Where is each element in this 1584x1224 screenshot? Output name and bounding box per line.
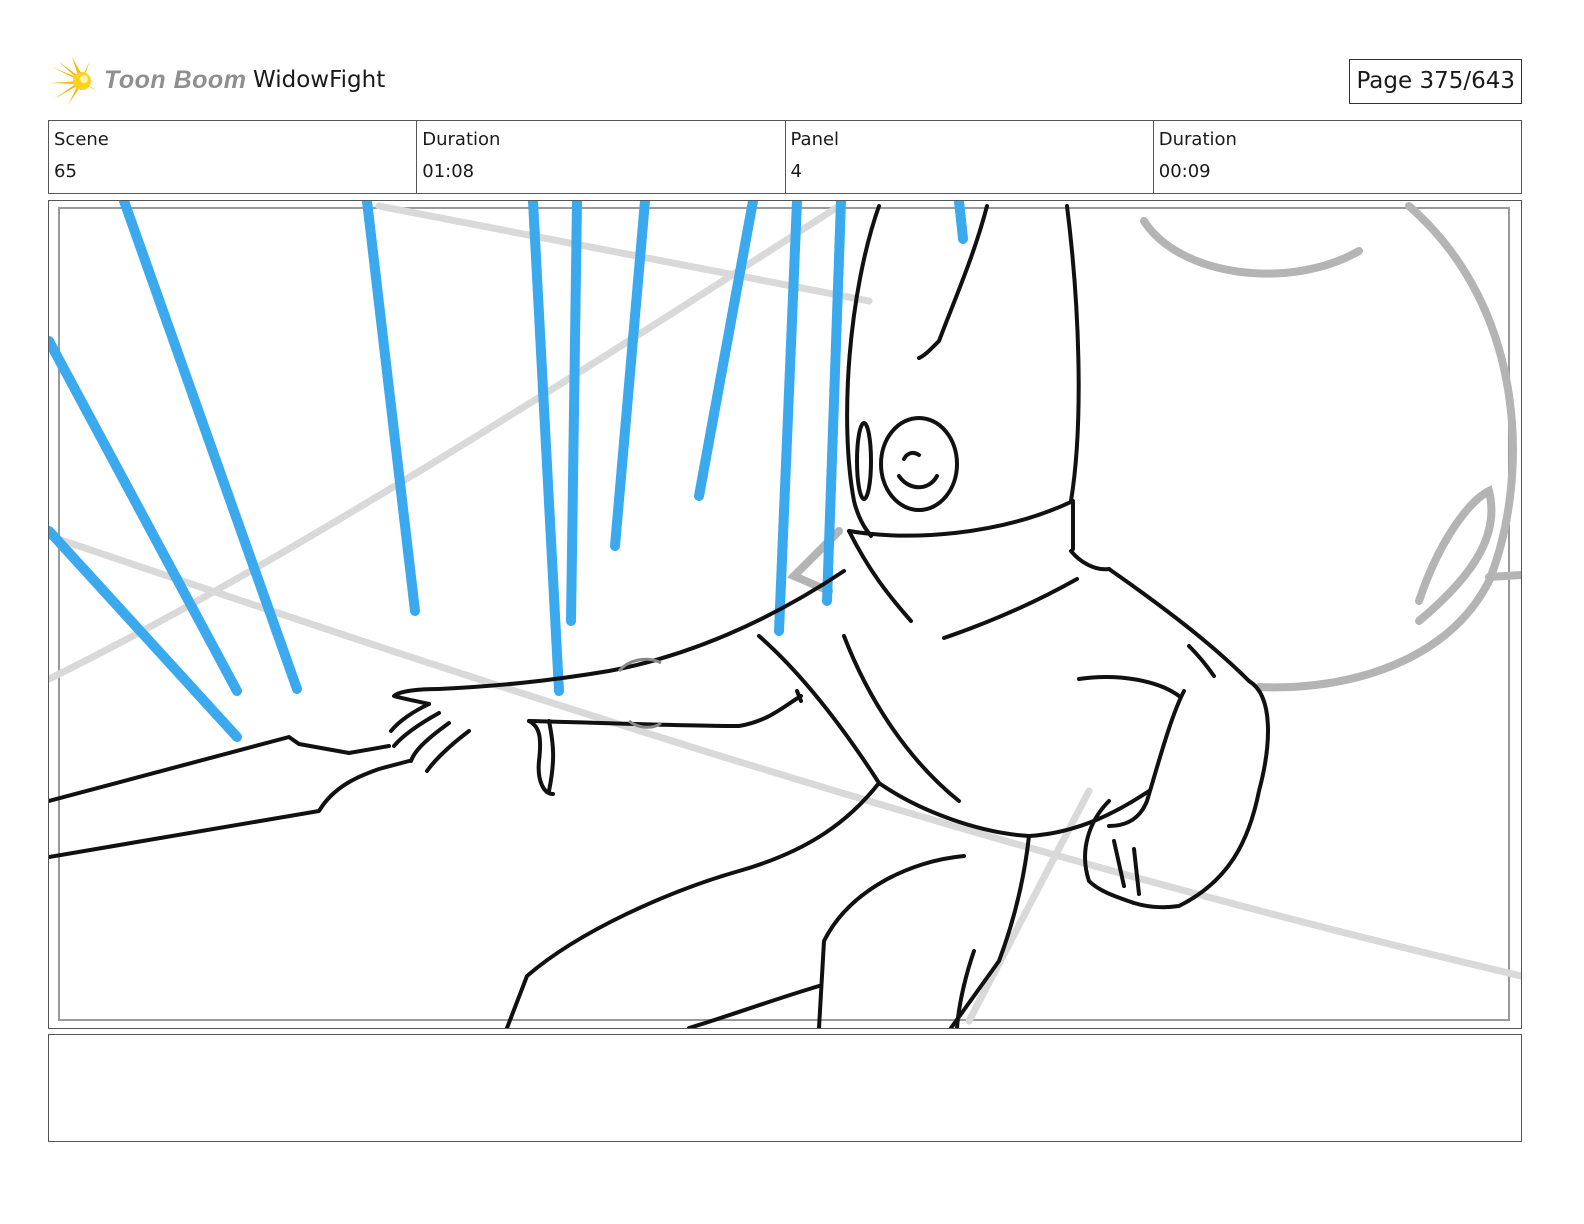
- panel-cell: Panel 4: [786, 121, 1154, 193]
- panel-notes-box: [48, 1034, 1522, 1142]
- scene-label: Scene: [54, 129, 109, 150]
- panel-info-table: Scene 65 Duration 01:08 Panel 4 Duration…: [48, 120, 1522, 194]
- speed-lines: [49, 201, 968, 742]
- panel-duration-label: Duration: [1158, 129, 1237, 150]
- pencil-creature-outline: [786, 202, 1521, 692]
- scene-duration-cell: Duration 01:08: [417, 121, 786, 193]
- ink-character-drawing: [49, 204, 1270, 1028]
- starburst-icon: [50, 57, 100, 105]
- page-header: Toon Boom WidowFight Page 375/643: [48, 52, 1522, 110]
- panel-duration-value: 00:09: [1158, 161, 1211, 182]
- scene-duration-value: 01:08: [422, 161, 475, 182]
- scene-value: 65: [54, 161, 77, 182]
- panel-label: Panel: [790, 129, 840, 150]
- scene-cell: Scene 65: [49, 121, 418, 193]
- logo-text: Toon Boom: [104, 66, 247, 94]
- storyboard-sketch: [49, 201, 1521, 1028]
- storyboard-panel: [48, 200, 1522, 1029]
- scene-duration-label: Duration: [422, 129, 501, 150]
- panel-duration-cell: Duration 00:09: [1154, 121, 1521, 193]
- toon-boom-logo: Toon Boom: [50, 55, 246, 107]
- project-title: WidowFight: [253, 67, 386, 93]
- panel-value: 4: [790, 161, 802, 182]
- page-number: Page 375/643: [1349, 59, 1522, 104]
